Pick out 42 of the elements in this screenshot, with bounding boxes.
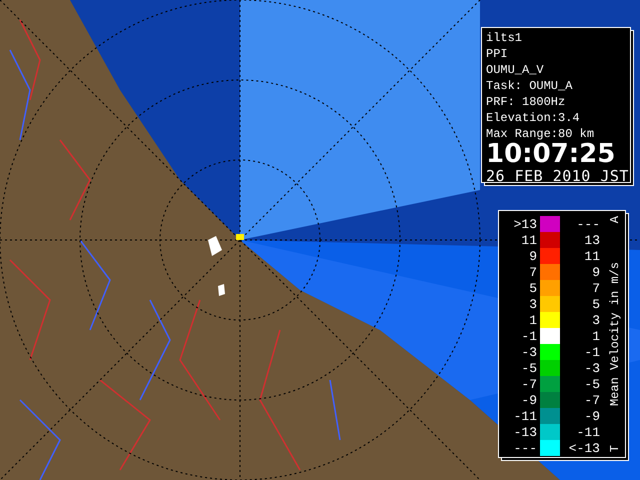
info-text: Max Range:80 km [486, 126, 596, 142]
legend-label: 11 [520, 232, 538, 248]
legend-label: -3 [520, 344, 538, 360]
legend-label: --- [512, 440, 538, 456]
info-text: OUMU_A_V [486, 62, 545, 78]
legend-label: 7 [528, 264, 538, 280]
legend-label: 13 [583, 232, 600, 248]
legend-label: -9 [583, 408, 600, 424]
legend-mark: T [608, 444, 622, 452]
legend-label: 11 [583, 248, 600, 264]
legend-label: 1 [528, 312, 538, 328]
legend-label: -11 [576, 424, 600, 440]
legend-label: -7 [583, 392, 600, 408]
legend-label: 3 [528, 296, 538, 312]
legend-label: 1 [591, 328, 600, 344]
legend-label: 7 [591, 280, 600, 296]
legend-label: -5 [583, 376, 600, 392]
legend-label: >13 [512, 216, 538, 232]
legend-mark: A [608, 216, 622, 224]
time-text: 10:07:25 [486, 142, 616, 166]
info-text: ilts1 [486, 30, 524, 46]
legend-label: <-13 [568, 440, 600, 456]
legend-label: 9 [591, 264, 600, 280]
legend-title: Mean Velocity in m/s [608, 262, 622, 406]
legend-label: -5 [520, 360, 538, 376]
legend-label: 3 [591, 312, 600, 328]
info-text: PRF: 1800Hz [486, 94, 566, 110]
date-text: 26 FEB 2010 JST [486, 166, 629, 186]
legend-label: 5 [528, 280, 538, 296]
legend-label: -11 [512, 408, 538, 424]
legend-label: 5 [591, 296, 600, 312]
info-text: Elevation:3.4 [486, 110, 581, 126]
legend-label: 9 [528, 248, 538, 264]
legend-label: -1 [520, 328, 538, 344]
legend-label: -3 [583, 360, 600, 376]
legend-label: -1 [583, 344, 600, 360]
legend-label: --- [576, 216, 600, 232]
info-text: PPI [486, 46, 509, 62]
legend-label: -13 [512, 424, 538, 440]
info-text: Task: OUMU_A [486, 78, 574, 94]
legend-label: -7 [520, 376, 538, 392]
legend-label: -9 [520, 392, 538, 408]
